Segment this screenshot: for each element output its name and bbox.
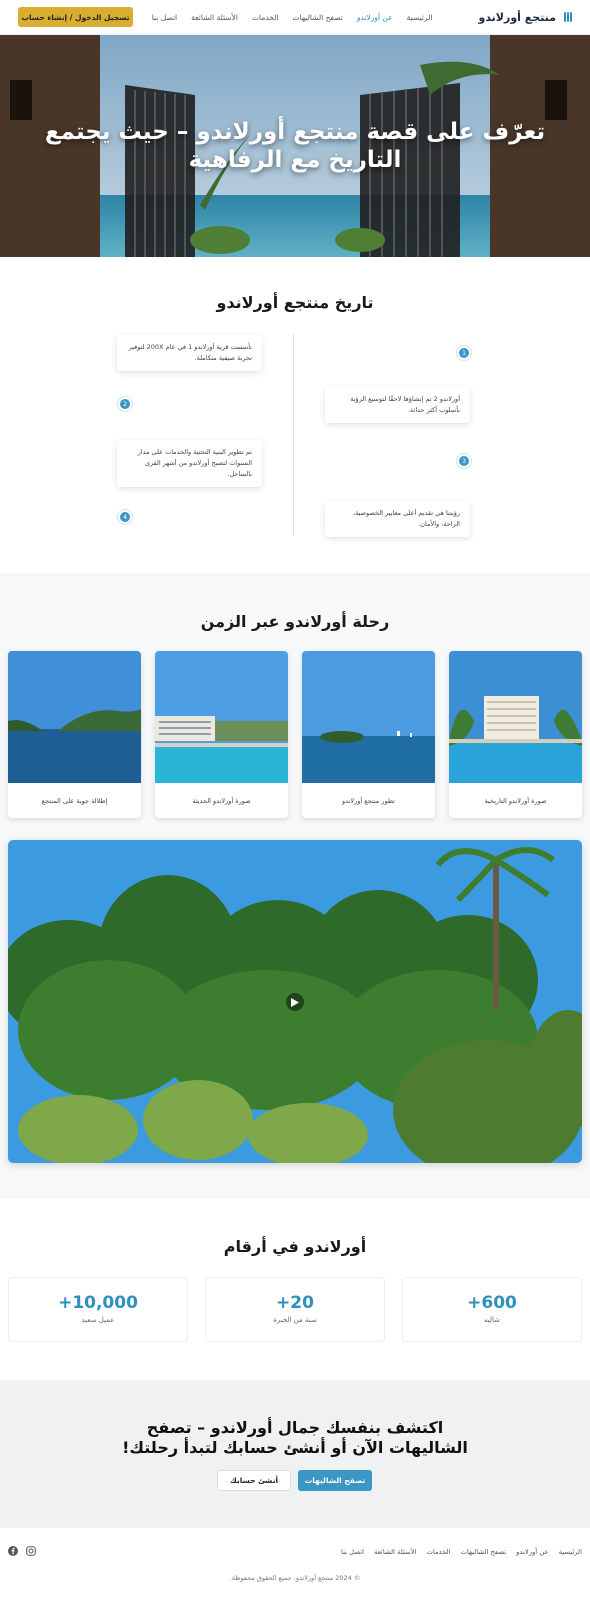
stat-label: شاليه — [484, 1316, 500, 1324]
stat-years: 20+ سنة من الخبرة — [205, 1277, 385, 1342]
resort-video[interactable] — [8, 840, 582, 1163]
stat-clients: 10,000+ عميل سعيد — [8, 1277, 188, 1342]
footer-link-chalets[interactable]: تصفح الشاليهات — [461, 1548, 507, 1556]
gallery-caption: تطور منتجع أورلاندو — [342, 796, 395, 805]
timeline-card-3: تم تطوير البنية التحتية والخدمات على مدا… — [117, 440, 262, 487]
footer-link-home[interactable]: الرئيسية — [559, 1548, 582, 1556]
footer-link-contact[interactable]: اتصل بنا — [341, 1548, 364, 1556]
copyright: © 2024 منتجع أورلاندو. جميع الحقوق محفوظ… — [229, 1574, 361, 1582]
brand-name: منتجع أورلاندو — [478, 10, 556, 24]
brand[interactable]: منتجع أورلاندو — [478, 11, 572, 24]
footer-links: الرئيسية عن أورلاندو تصفح الشاليهات الخد… — [341, 1548, 582, 1556]
gallery-caption: إطلالة جوية على المنتجع — [41, 796, 108, 805]
cta-title-line1: اكتشف بنفسك جمال أورلاندو – تصفح — [146, 1418, 444, 1437]
footer-link-faq[interactable]: الأسئلة الشائعة — [374, 1548, 416, 1556]
stat-number: 20+ — [276, 1293, 314, 1313]
browse-chalets-button[interactable]: تصفح الشاليهات — [298, 1470, 372, 1491]
gallery-card-historic[interactable]: صورة أورلاندو التاريخية — [449, 651, 582, 818]
history-timeline: 1 تأسست قرية أورلاندو 1 في عام 200X لتوف… — [0, 334, 590, 537]
facebook-icon[interactable] — [8, 1546, 18, 1556]
hero-banner: تعرّف على قصة منتجع أورلاندو – حيث يجتمع… — [0, 35, 590, 257]
footer-link-services[interactable]: الخدمات — [426, 1548, 450, 1556]
create-account-button[interactable]: أنشئ حسابك — [217, 1470, 291, 1491]
timeline-card-1: تأسست قرية أورلاندو 1 في عام 200X لتوفير… — [117, 335, 262, 371]
footer-social — [8, 1546, 36, 1556]
stat-label: سنة من الخبرة — [273, 1316, 317, 1324]
timeline-card-2: أورلاندو 2 تم إنشاؤها لاحقًا لتوسيع الرؤ… — [325, 387, 470, 423]
hero-title: تعرّف على قصة منتجع أورلاندو – حيث يجتمع… — [44, 119, 546, 173]
history-title: تاريخ منتجع أورلاندو — [216, 293, 374, 312]
stats-title: أورلاندو في أرقام — [223, 1237, 367, 1256]
stat-number: 600+ — [467, 1293, 517, 1313]
nav-item-faq[interactable]: الأسئلة الشائعة — [191, 13, 238, 22]
play-button[interactable] — [286, 993, 304, 1011]
modern-photo — [155, 651, 288, 783]
gallery-card-modern[interactable]: صورة أورلاندو الحديثة — [155, 651, 288, 818]
instagram-icon[interactable] — [26, 1546, 36, 1556]
gallery-caption: صورة أورلاندو الحديثة — [192, 796, 251, 805]
stat-label: عميل سعيد — [81, 1316, 115, 1324]
stat-chalets: 600+ شاليه — [402, 1277, 582, 1342]
logo-icon — [562, 12, 572, 22]
aerial-photo — [8, 651, 141, 783]
timeline-marker-1: 1 — [457, 346, 471, 360]
journey-title: رحلة أورلاندو عبر الزمن — [200, 612, 390, 631]
login-signup-button[interactable]: تسجيل الدخول / إنشاء حساب — [18, 7, 133, 27]
gallery-card-evolution[interactable]: تطور منتجع أورلاندو — [302, 651, 435, 818]
cta-section: اكتشف بنفسك جمال أورلاندو – تصفح الشاليه… — [0, 1380, 590, 1528]
timeline-card-4: رؤيتنا هي تقديم أعلى معايير الخصوصية، ال… — [325, 501, 470, 537]
timeline-line — [293, 334, 294, 536]
cta-title-line2: الشاليهات الآن أو أنشئ حسابك لتبدأ رحلتك… — [122, 1438, 468, 1457]
main-menu: الرئيسية عن أورلاندو تصفح الشاليهات الخد… — [152, 13, 433, 22]
footer-link-about[interactable]: عن أورلاندو — [516, 1548, 548, 1556]
stat-number: 10,000+ — [58, 1293, 138, 1313]
timeline-marker-2: 2 — [118, 397, 132, 411]
timeline-marker-4: 4 — [118, 510, 132, 524]
evolution-photo — [302, 651, 435, 783]
historic-photo — [449, 651, 582, 783]
play-icon — [291, 997, 299, 1007]
nav-item-chalets[interactable]: تصفح الشاليهات — [293, 13, 343, 22]
gallery-card-aerial[interactable]: إطلالة جوية على المنتجع — [8, 651, 141, 818]
nav-item-services[interactable]: الخدمات — [252, 13, 279, 22]
gallery-caption: صورة أورلاندو التاريخية — [484, 796, 547, 805]
nav-item-contact[interactable]: اتصل بنا — [152, 13, 177, 22]
timeline-marker-3: 3 — [457, 454, 471, 468]
nav-item-home[interactable]: الرئيسية — [407, 13, 433, 22]
cta-title: اكتشف بنفسك جمال أورلاندو – تصفح الشاليه… — [0, 1418, 590, 1458]
top-navbar: منتجع أورلاندو الرئيسية عن أورلاندو تصفح… — [0, 0, 590, 35]
nav-item-about[interactable]: عن أورلاندو — [357, 13, 393, 22]
